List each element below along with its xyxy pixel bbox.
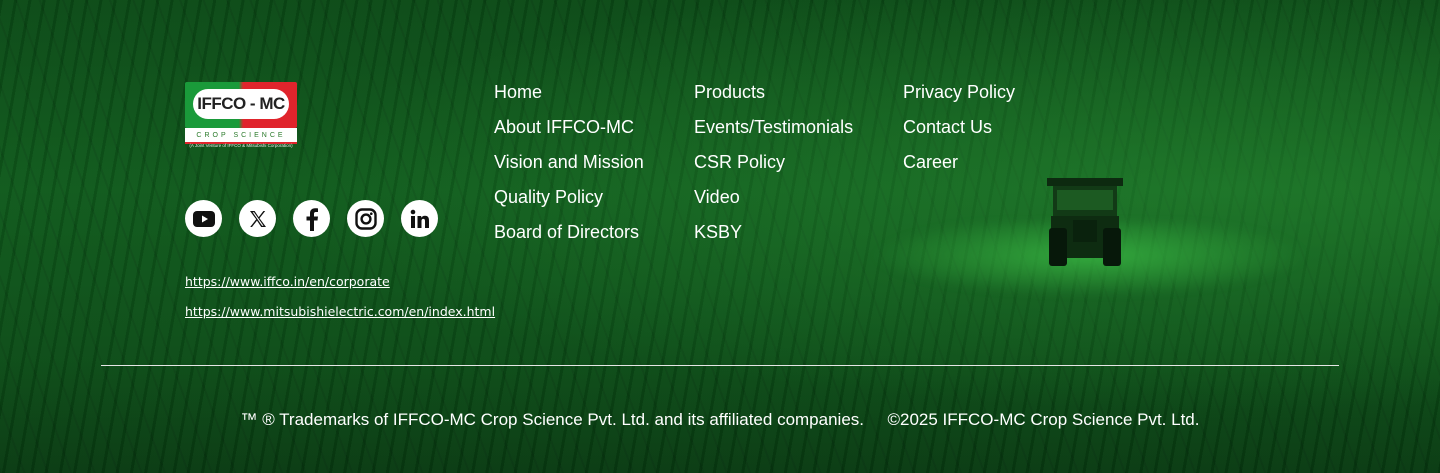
nav-events-testimonials[interactable]: Events/Testimonials	[694, 117, 853, 138]
nav-career[interactable]: Career	[903, 152, 1015, 173]
nav-video[interactable]: Video	[694, 187, 853, 208]
nav-ksby[interactable]: KSBY	[694, 222, 853, 243]
logo-subtitle: CROP SCIENCE	[185, 128, 297, 144]
logo-banner: IFFCO - MC	[185, 82, 297, 128]
footer-nav-column-2: Products Events/Testimonials CSR Policy …	[694, 82, 853, 257]
nav-board-of-directors[interactable]: Board of Directors	[494, 222, 644, 243]
nav-vision-mission[interactable]: Vision and Mission	[494, 152, 644, 173]
facebook-icon[interactable]	[293, 200, 330, 237]
external-links: https://www.iffco.in/en/corporate https:…	[185, 273, 495, 333]
nav-quality-policy[interactable]: Quality Policy	[494, 187, 644, 208]
iffco-corporate-link[interactable]: https://www.iffco.in/en/corporate	[185, 273, 495, 290]
social-links	[185, 200, 438, 237]
trademark-text: ™ ® Trademarks of IFFCO-MC Crop Science …	[240, 410, 865, 429]
instagram-icon[interactable]	[347, 200, 384, 237]
logo-joint-venture: (A Joint Venture of IFFCO & Mitsubishi C…	[189, 143, 293, 148]
footer-nav-column-1: Home About IFFCO-MC Vision and Mission Q…	[494, 82, 644, 257]
tractor-image	[1047, 178, 1123, 266]
mitsubishi-link[interactable]: https://www.mitsubishielectric.com/en/in…	[185, 303, 495, 320]
x-icon[interactable]	[239, 200, 276, 237]
copyright-text: ©2025 IFFCO-MC Crop Science Pvt. Ltd.	[887, 410, 1200, 429]
nav-products[interactable]: Products	[694, 82, 853, 103]
footer-divider	[101, 365, 1339, 366]
youtube-icon[interactable]	[185, 200, 222, 237]
nav-home[interactable]: Home	[494, 82, 644, 103]
nav-about[interactable]: About IFFCO-MC	[494, 117, 644, 138]
nav-privacy-policy[interactable]: Privacy Policy	[903, 82, 1015, 103]
company-logo[interactable]: IFFCO - MC CROP SCIENCE (A Joint Venture…	[185, 82, 297, 152]
copyright-line: ™ ® Trademarks of IFFCO-MC Crop Science …	[0, 409, 1440, 431]
logo-wordmark: IFFCO - MC	[193, 89, 289, 119]
nav-csr-policy[interactable]: CSR Policy	[694, 152, 853, 173]
nav-contact-us[interactable]: Contact Us	[903, 117, 1015, 138]
linkedin-icon[interactable]	[401, 200, 438, 237]
footer-nav-column-3: Privacy Policy Contact Us Career	[903, 82, 1015, 187]
